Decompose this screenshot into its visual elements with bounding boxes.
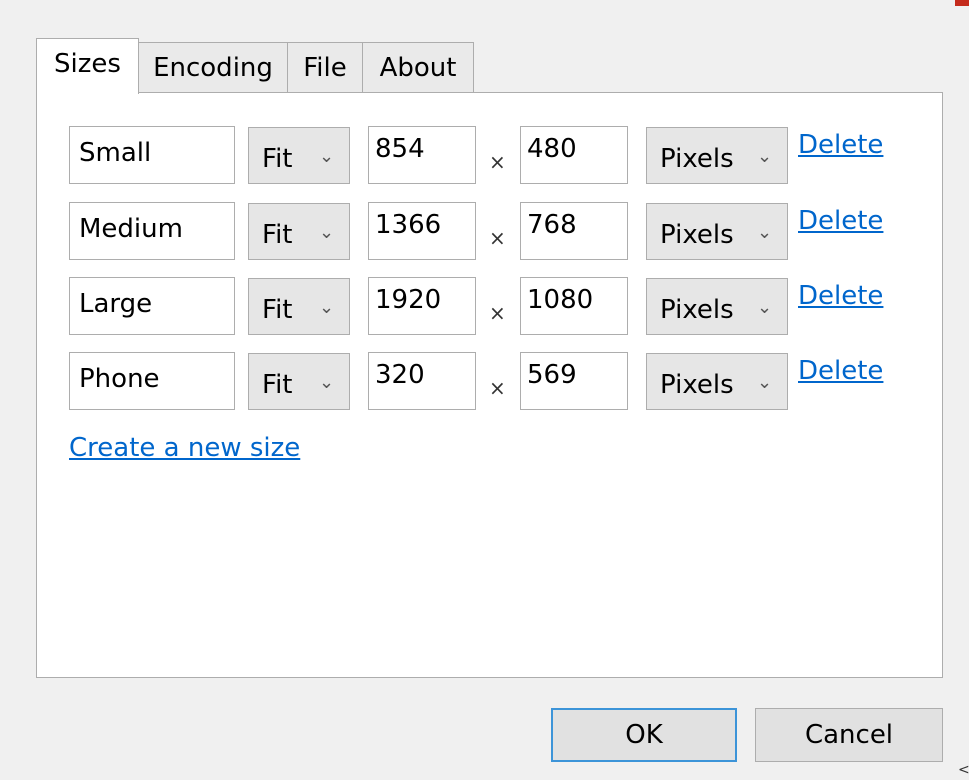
times-sign: × — [489, 150, 506, 174]
resize-mode-value: Fit — [262, 144, 293, 174]
resize-mode-value: Fit — [262, 295, 293, 325]
resize-mode-value: Fit — [262, 220, 293, 250]
corner-glyph: < — [958, 762, 969, 778]
tab-about[interactable]: About — [362, 42, 474, 94]
ok-button[interactable]: OK — [551, 708, 737, 762]
chevron-down-icon: ⌄ — [757, 372, 773, 393]
size-row: Small Fit ⌄ 854 × 480 Pixels ⌄ Delete — [37, 126, 942, 184]
chevron-down-icon: ⌄ — [757, 297, 773, 318]
unit-select[interactable]: Pixels ⌄ — [646, 353, 788, 410]
unit-select[interactable]: Pixels ⌄ — [646, 127, 788, 184]
unit-value: Pixels — [660, 144, 734, 174]
tab-encoding[interactable]: Encoding — [138, 42, 288, 94]
width-input[interactable]: 1366 — [368, 202, 476, 260]
size-row: Phone Fit ⌄ 320 × 569 Pixels ⌄ Delete — [37, 352, 942, 410]
create-new-size-link[interactable]: Create a new size — [69, 433, 300, 463]
width-input[interactable]: 1920 — [368, 277, 476, 335]
size-name-input[interactable]: Small — [69, 126, 235, 184]
unit-value: Pixels — [660, 295, 734, 325]
chevron-down-icon: ⌄ — [319, 297, 335, 318]
resize-mode-select[interactable]: Fit ⌄ — [248, 203, 350, 260]
resize-mode-value: Fit — [262, 370, 293, 400]
height-input[interactable]: 569 — [520, 352, 628, 410]
size-row: Medium Fit ⌄ 1366 × 768 Pixels ⌄ Delete — [37, 202, 942, 260]
size-name-input[interactable]: Phone — [69, 352, 235, 410]
times-sign: × — [489, 226, 506, 250]
height-input[interactable]: 1080 — [520, 277, 628, 335]
size-name-input[interactable]: Large — [69, 277, 235, 335]
delete-link[interactable]: Delete — [798, 356, 883, 386]
cancel-button[interactable]: Cancel — [755, 708, 943, 762]
chevron-down-icon: ⌄ — [757, 222, 773, 243]
size-name-input[interactable]: Medium — [69, 202, 235, 260]
resize-mode-select[interactable]: Fit ⌄ — [248, 278, 350, 335]
width-input[interactable]: 854 — [368, 126, 476, 184]
height-input[interactable]: 768 — [520, 202, 628, 260]
times-sign: × — [489, 301, 506, 325]
size-row: Large Fit ⌄ 1920 × 1080 Pixels ⌄ Delete — [37, 277, 942, 335]
resize-mode-select[interactable]: Fit ⌄ — [248, 353, 350, 410]
delete-link[interactable]: Delete — [798, 206, 883, 236]
unit-value: Pixels — [660, 220, 734, 250]
times-sign: × — [489, 376, 506, 400]
chevron-down-icon: ⌄ — [319, 222, 335, 243]
delete-link[interactable]: Delete — [798, 130, 883, 160]
unit-select[interactable]: Pixels ⌄ — [646, 278, 788, 335]
chevron-down-icon: ⌄ — [319, 146, 335, 167]
chevron-down-icon: ⌄ — [319, 372, 335, 393]
chevron-down-icon: ⌄ — [757, 146, 773, 167]
close-button-edge[interactable] — [955, 0, 969, 6]
resize-mode-select[interactable]: Fit ⌄ — [248, 127, 350, 184]
unit-select[interactable]: Pixels ⌄ — [646, 203, 788, 260]
unit-value: Pixels — [660, 370, 734, 400]
sizes-panel: Small Fit ⌄ 854 × 480 Pixels ⌄ Delete Me… — [36, 92, 943, 678]
width-input[interactable]: 320 — [368, 352, 476, 410]
height-input[interactable]: 480 — [520, 126, 628, 184]
tab-sizes[interactable]: Sizes — [36, 38, 139, 94]
tab-file[interactable]: File — [287, 42, 363, 94]
delete-link[interactable]: Delete — [798, 281, 883, 311]
